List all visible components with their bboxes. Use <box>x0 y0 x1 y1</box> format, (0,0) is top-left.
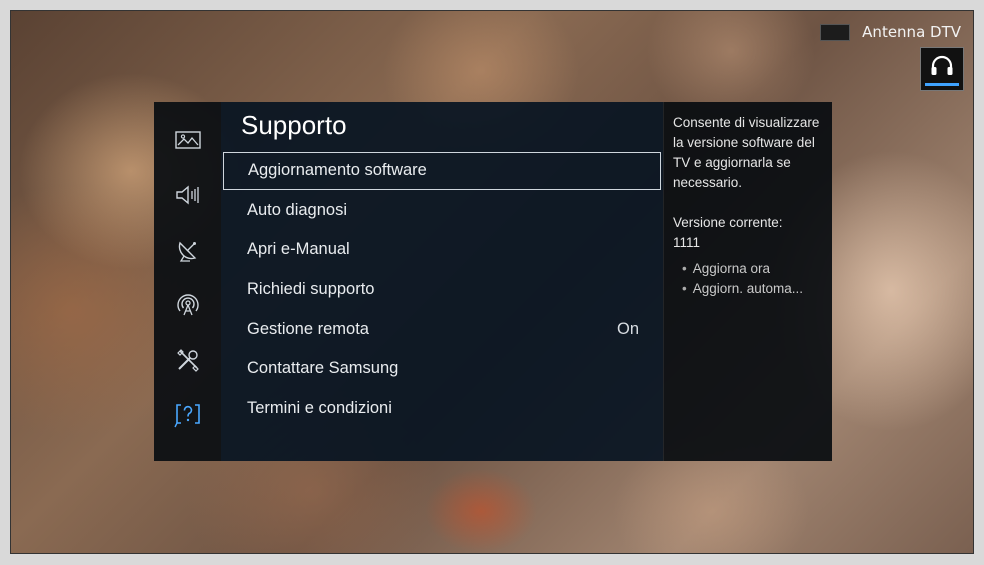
headphone-icon <box>931 55 953 75</box>
category-sound[interactable] <box>170 177 206 213</box>
menu-item-termini-e-condizioni[interactable]: Termini e condizioni <box>221 390 663 428</box>
support-icon <box>173 404 200 428</box>
category-network[interactable] <box>170 287 206 323</box>
menu-item-contattare-samsung[interactable]: Contattare Samsung <box>221 350 663 388</box>
menu-item-label: Auto diagnosi <box>247 200 347 219</box>
menu-item-label: Contattare Samsung <box>247 359 399 378</box>
menu-item-gestione-remota[interactable]: Gestione remota On <box>221 310 663 348</box>
network-icon <box>176 294 199 316</box>
help-description: Consente di visualizzare la versione sof… <box>673 115 820 190</box>
source-icon <box>820 23 851 41</box>
sound-icon <box>175 185 199 205</box>
menu-item-apri-e-manual[interactable]: Apri e-Manual <box>221 231 663 269</box>
page-title: Supporto <box>241 110 347 140</box>
help-info-panel: Consente di visualizzare la versione sof… <box>663 102 832 461</box>
broadcast-icon <box>178 241 196 262</box>
update-options-list: Aggiorna ora Aggiorn. automa... <box>673 259 824 299</box>
source-label: Antenna DTV <box>862 23 961 41</box>
picture-icon <box>174 131 201 149</box>
menu-item-label: Richiedi supporto <box>247 280 375 299</box>
update-option: Aggiorn. automa... <box>682 279 824 299</box>
version-value: 1111 <box>673 235 701 250</box>
menu-item-richiedi-supporto[interactable]: Richiedi supporto <box>221 271 663 309</box>
source-indicator: Antenna DTV <box>820 23 961 41</box>
category-broadcast[interactable] <box>170 232 206 268</box>
menu-item-label: Termini e condizioni <box>247 398 392 417</box>
support-menu-panel: Supporto Aggiornamento software Auto dia… <box>221 102 663 461</box>
version-label: Versione corrente: <box>673 215 783 230</box>
support-menu-list: Aggiornamento software Auto diagnosi Apr… <box>221 152 663 429</box>
category-support[interactable] <box>170 397 206 433</box>
settings-menu: Supporto Aggiornamento software Auto dia… <box>154 102 832 461</box>
gestione-remota-status: On <box>616 319 639 338</box>
menu-item-auto-diagnosi[interactable]: Auto diagnosi <box>221 192 663 230</box>
menu-item-label: Apri e-Manual <box>247 240 350 259</box>
category-system[interactable] <box>170 342 206 378</box>
audio-level-bar <box>925 83 959 86</box>
system-tools-icon <box>176 349 199 372</box>
category-picture[interactable] <box>170 122 206 158</box>
update-option: Aggiorna ora <box>682 259 824 279</box>
settings-category-rail <box>154 102 221 461</box>
menu-item-aggiornamento-software[interactable]: Aggiornamento software <box>223 152 661 190</box>
tv-screen: Antenna DTV Supporto Aggiornamento softw… <box>10 10 974 554</box>
menu-item-label: Aggiornamento software <box>248 161 427 180</box>
menu-item-label: Gestione remota <box>247 319 369 338</box>
audio-output-button[interactable] <box>920 47 964 91</box>
